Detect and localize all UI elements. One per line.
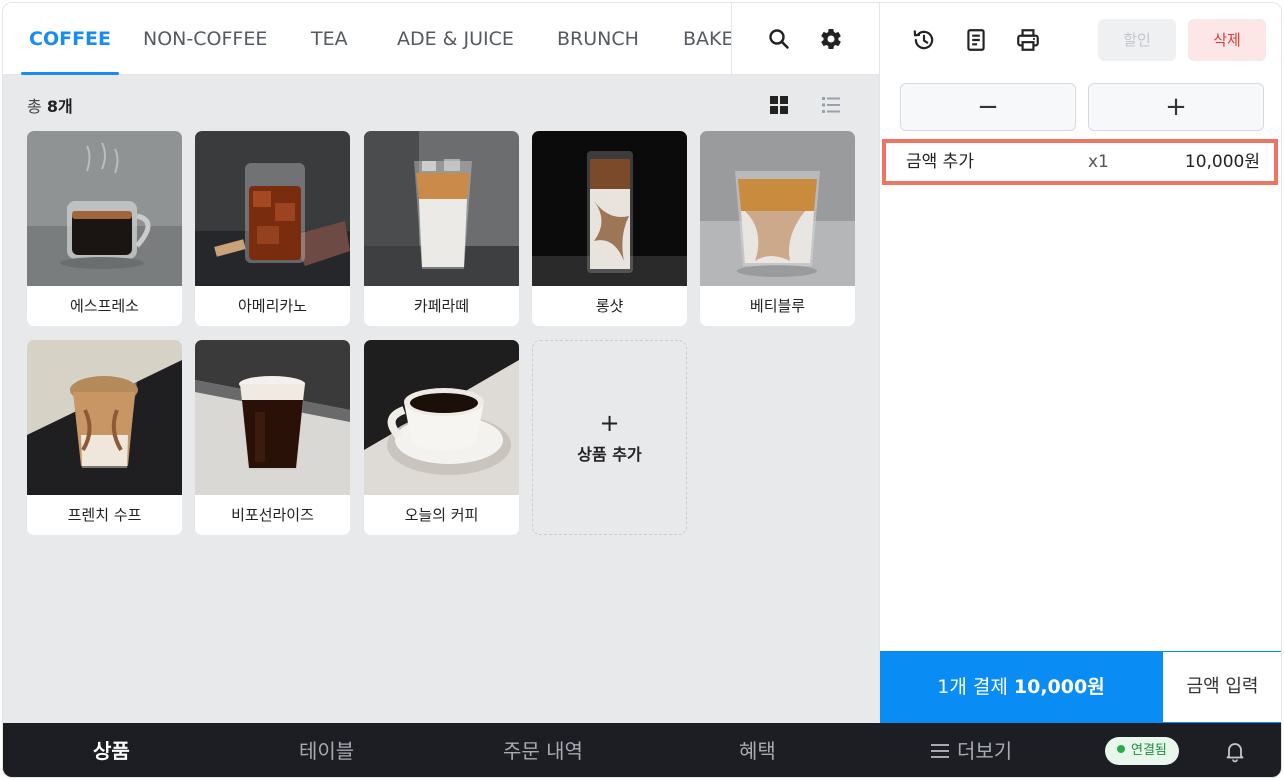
order-item-price: 10,000원 <box>1184 152 1260 172</box>
betty-blue-image <box>700 131 855 286</box>
longshot-image <box>532 131 687 286</box>
product-name: 롱샷 <box>595 297 624 315</box>
plus-icon: + <box>599 409 620 437</box>
pay-button[interactable]: 1개 결제 10,000원 <box>880 651 1162 723</box>
list-view-icon[interactable] <box>819 93 843 121</box>
receipt-icon[interactable] <box>958 22 994 58</box>
decrease-quantity-button[interactable]: − <box>900 83 1076 131</box>
count-prefix: 총 <box>27 97 42 116</box>
nav-tables[interactable]: 테이블 <box>299 723 354 777</box>
order-item-qty: x1 <box>1088 152 1109 172</box>
order-item-name: 금액 추가 <box>906 152 974 172</box>
product-name: 비포선라이즈 <box>231 506 314 524</box>
product-name: 프렌치 수프 <box>67 506 142 524</box>
tab-brunch[interactable]: BRUNCH <box>557 3 639 75</box>
category-tabs: COFFEE NON-COFFEE TEA ADE & JUICE BRUNCH… <box>3 3 731 75</box>
order-panel: 할인 삭제 − + 금액 추가 x1 10,000원 1개 결제 10,000원 … <box>879 3 1281 723</box>
search-icon[interactable] <box>761 21 797 57</box>
count-value: 8개 <box>46 97 73 116</box>
tab-tea[interactable]: TEA <box>311 3 348 75</box>
order-line-item[interactable]: 금액 추가 x1 10,000원 <box>882 139 1278 185</box>
product-card-todays-coffee[interactable]: 오늘의 커피 <box>364 340 519 535</box>
product-name: 오늘의 커피 <box>404 506 479 524</box>
product-count: 총 8개 <box>27 93 73 117</box>
tab-coffee[interactable]: COFFEE <box>20 3 120 75</box>
tab-non-coffee[interactable]: NON-COFFEE <box>143 3 267 75</box>
nav-benefits[interactable]: 혜택 <box>739 723 776 777</box>
nav-products[interactable]: 상품 <box>93 723 130 777</box>
before-sunrise-image <box>195 340 350 495</box>
todays-coffee-image <box>364 340 519 495</box>
nav-more[interactable]: 더보기 <box>931 723 1013 777</box>
status-dot <box>1117 745 1125 753</box>
nav-more-label: 더보기 <box>957 739 1013 763</box>
connection-status-label: 연결됨 <box>1131 743 1167 758</box>
french-soup-image <box>27 340 182 495</box>
product-card-espresso[interactable]: 에스프레소 <box>27 131 182 326</box>
grid-view-icon[interactable] <box>767 93 791 121</box>
pay-amount: 10,000원 <box>1013 676 1105 698</box>
gear-icon[interactable] <box>813 21 849 57</box>
bottom-nav: 상품 테이블 주문 내역 혜택 더보기 연결됨 <box>3 723 1281 777</box>
espresso-image <box>27 131 182 286</box>
product-card-french-soup[interactable]: 프렌치 수프 <box>27 340 182 535</box>
add-product-label: 상품 추가 <box>577 445 642 464</box>
americano-image <box>195 131 350 286</box>
amount-input-button[interactable]: 금액 입력 <box>1162 651 1281 723</box>
product-card-americano[interactable]: 아메리카노 <box>195 131 350 326</box>
add-product-button[interactable]: + 상품 추가 <box>532 340 687 535</box>
tab-ade-juice[interactable]: ADE & JUICE <box>397 3 514 75</box>
category-bar: COFFEE NON-COFFEE TEA ADE & JUICE BRUNCH… <box>3 3 879 75</box>
product-card-before-sunrise[interactable]: 비포선라이즈 <box>195 340 350 535</box>
product-card-longshot[interactable]: 롱샷 <box>532 131 687 326</box>
product-name: 아메리카노 <box>237 297 307 315</box>
product-card-betty-blue[interactable]: 베티블루 <box>700 131 855 326</box>
product-name: 카페라떼 <box>413 297 470 315</box>
pay-count: 1개 결제 <box>937 676 1008 698</box>
printer-icon[interactable] <box>1010 22 1046 58</box>
delete-button[interactable]: 삭제 <box>1188 19 1266 61</box>
product-card-cafe-latte[interactable]: 카페라떼 <box>364 131 519 326</box>
product-name: 에스프레소 <box>69 297 139 315</box>
history-icon[interactable] <box>906 22 942 58</box>
discount-button[interactable]: 할인 <box>1098 19 1176 61</box>
product-name: 베티블루 <box>749 297 806 315</box>
product-panel: COFFEE NON-COFFEE TEA ADE & JUICE BRUNCH… <box>3 3 879 723</box>
bell-icon[interactable] <box>1217 733 1253 769</box>
pos-app: COFFEE NON-COFFEE TEA ADE & JUICE BRUNCH… <box>2 2 1282 778</box>
nav-order-history[interactable]: 주문 내역 <box>503 723 583 777</box>
connection-status-badge: 연결됨 <box>1105 737 1179 765</box>
increase-quantity-button[interactable]: + <box>1088 83 1264 131</box>
menu-icon <box>931 724 949 758</box>
tab-bake[interactable]: BAKE <box>683 3 731 75</box>
toolbar-divider <box>731 3 732 75</box>
cafe-latte-image <box>364 131 519 286</box>
